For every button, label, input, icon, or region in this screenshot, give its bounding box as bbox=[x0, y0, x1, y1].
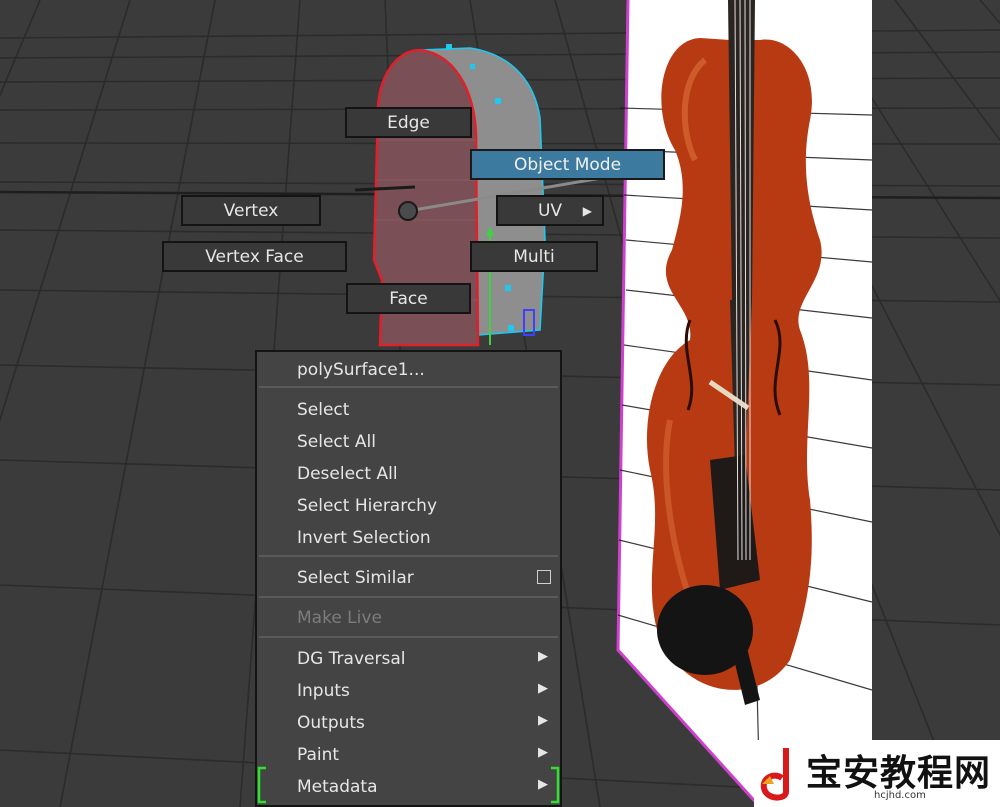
watermark-logo: 宝安教程网 hcjhd.com bbox=[754, 740, 1000, 807]
uv-label: UV bbox=[537, 200, 563, 221]
vertex-label: Vertex bbox=[223, 200, 279, 221]
menu-item-inputs[interactable]: Inputs bbox=[297, 677, 350, 705]
menu-item-metadata[interactable]: Metadata bbox=[297, 773, 378, 801]
option-box-icon[interactable] bbox=[537, 570, 551, 584]
submenu-arrow-icon: ▶ bbox=[538, 681, 548, 696]
vertex-face-label: Vertex Face bbox=[205, 246, 304, 267]
submenu-arrow-icon: ▶ bbox=[538, 745, 548, 760]
menu-divider bbox=[259, 596, 558, 598]
menu-divider bbox=[259, 555, 558, 557]
marking-menu-face[interactable]: Face bbox=[346, 283, 471, 314]
marking-menu-edge[interactable]: Edge bbox=[345, 107, 472, 138]
menu-divider bbox=[259, 386, 558, 388]
edge-label: Edge bbox=[387, 112, 430, 133]
menu-item-select-hierarchy[interactable]: Select Hierarchy bbox=[297, 492, 437, 520]
menu-item-select-all[interactable]: Select All bbox=[297, 428, 376, 456]
menu-item-invert-selection[interactable]: Invert Selection bbox=[297, 524, 431, 552]
marking-menu-multi[interactable]: Multi bbox=[470, 241, 598, 272]
menu-header[interactable]: polySurface1... bbox=[297, 356, 425, 384]
menu-item-select[interactable]: Select bbox=[297, 396, 349, 424]
marking-menu-vertex-face[interactable]: Vertex Face bbox=[162, 241, 347, 272]
multi-label: Multi bbox=[513, 246, 555, 267]
menu-divider bbox=[259, 636, 558, 638]
face-label: Face bbox=[389, 288, 428, 309]
submenu-arrow-icon: ▶ bbox=[538, 777, 548, 792]
object-mode-label: Object Mode bbox=[513, 154, 622, 175]
marking-menu-center bbox=[398, 201, 418, 221]
menu-item-dg-traversal[interactable]: DG Traversal bbox=[297, 645, 405, 673]
menu-item-make-live: Make Live bbox=[297, 608, 382, 628]
watermark-subtext: hcjhd.com bbox=[874, 790, 926, 801]
menu-item-outputs[interactable]: Outputs bbox=[297, 709, 365, 737]
marking-menu-object-mode[interactable]: Object Mode bbox=[470, 149, 665, 180]
context-menu: polySurface1... Select Select All Desele… bbox=[255, 350, 562, 807]
menu-item-deselect-all[interactable]: Deselect All bbox=[297, 460, 398, 488]
marking-menu-uv[interactable]: UV ▶ bbox=[496, 195, 604, 226]
watermark-mark-icon bbox=[760, 748, 789, 801]
menu-item-paint[interactable]: Paint bbox=[297, 741, 339, 769]
image-plane bbox=[616, 0, 873, 807]
submenu-arrow-icon: ▶ bbox=[538, 713, 548, 728]
watermark-text: 宝安教程网 bbox=[806, 752, 992, 794]
menu-item-select-similar[interactable]: Select Similar bbox=[297, 564, 414, 592]
chevron-right-icon: ▶ bbox=[582, 203, 592, 218]
submenu-arrow-icon: ▶ bbox=[538, 649, 548, 664]
marking-menu-vertex[interactable]: Vertex bbox=[181, 195, 321, 226]
